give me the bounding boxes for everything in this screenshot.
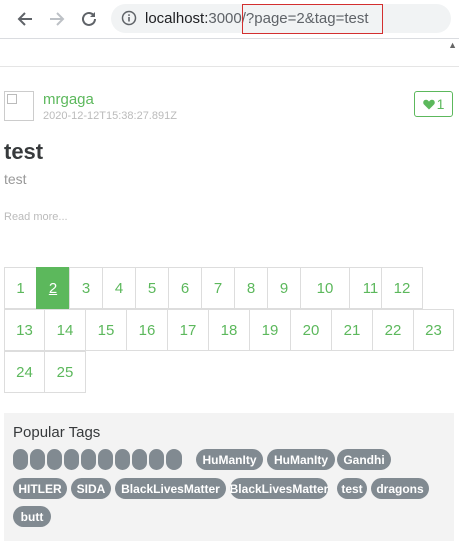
page-link-17[interactable]: 17 [167, 309, 209, 351]
page-link-22[interactable]: 22 [372, 309, 414, 351]
tag-pill[interactable] [149, 449, 164, 470]
tag-pill[interactable] [115, 449, 130, 470]
scrollbar-up-arrow-icon[interactable]: ▲ [448, 40, 457, 50]
favorite-count: 1 [436, 96, 445, 112]
page-link-6[interactable]: 6 [168, 267, 202, 309]
url-text: localhost:3000/?page=2&tag=test [145, 10, 369, 27]
divider [0, 66, 459, 67]
author-link[interactable]: mrgaga [43, 91, 94, 108]
article-description: test [4, 171, 27, 187]
back-arrow-icon[interactable] [14, 8, 36, 30]
page-link-5[interactable]: 5 [135, 267, 169, 309]
site-info-icon[interactable] [121, 10, 137, 31]
page-link-9[interactable]: 9 [267, 267, 301, 309]
page-link-20[interactable]: 20 [290, 309, 332, 351]
page-link-1[interactable]: 1 [4, 267, 37, 309]
url-host: localhost: [145, 10, 209, 27]
browser-toolbar: localhost:3000/?page=2&tag=test [0, 0, 459, 39]
article-date: 2020-12-12T15:38:27.891Z [43, 110, 177, 122]
tag-pill[interactable] [166, 449, 182, 470]
page-link-15[interactable]: 15 [85, 309, 127, 351]
tag-pill[interactable]: HuManIty [267, 449, 335, 470]
url-port-path: 3000/ [208, 10, 246, 27]
tag-pill[interactable]: BlackLivesMatter [115, 478, 226, 499]
sidebar-title: Popular Tags [13, 424, 101, 441]
tag-pill[interactable]: butt [13, 506, 51, 527]
article-title[interactable]: test [4, 139, 43, 165]
page-link-2[interactable]: 2 [36, 267, 70, 309]
heart-icon [422, 99, 435, 109]
page-link-16[interactable]: 16 [126, 309, 168, 351]
tag-pill[interactable] [64, 449, 79, 470]
page-link-7[interactable]: 7 [201, 267, 235, 309]
page-link-8[interactable]: 8 [234, 267, 268, 309]
tag-pill[interactable]: BlackLivesMatter [230, 478, 328, 499]
address-bar[interactable]: localhost:3000/?page=2&tag=test [111, 4, 451, 33]
tag-pill[interactable]: test [337, 478, 367, 499]
forward-arrow-icon[interactable] [46, 8, 68, 30]
page-link-18[interactable]: 18 [208, 309, 250, 351]
tag-pill[interactable] [132, 449, 147, 470]
page-link-24[interactable]: 24 [4, 351, 45, 393]
page-link-25[interactable]: 25 [44, 351, 86, 393]
page-link-14[interactable]: 14 [44, 309, 86, 351]
tag-pill[interactable] [47, 449, 62, 470]
reload-icon[interactable] [78, 8, 100, 30]
page-link-19[interactable]: 19 [249, 309, 291, 351]
tag-pill[interactable] [30, 449, 45, 470]
tag-pill[interactable]: dragons [371, 478, 429, 499]
url-query: ?page=2&tag=test [245, 10, 369, 27]
page-link-13[interactable]: 13 [4, 309, 45, 351]
read-more-link[interactable]: Read more... [4, 211, 68, 223]
tag-pill[interactable] [13, 449, 28, 470]
page-link-12[interactable]: 12 [381, 267, 423, 309]
page-link-21[interactable]: 21 [331, 309, 373, 351]
page-link-10[interactable]: 10 [300, 267, 350, 309]
tag-pill[interactable] [81, 449, 96, 470]
favorite-button[interactable]: 1 [414, 91, 453, 117]
tag-pill[interactable] [98, 449, 113, 470]
page-link-4[interactable]: 4 [102, 267, 136, 309]
tag-pill[interactable]: Gandhi [337, 449, 391, 470]
avatar[interactable] [4, 91, 34, 121]
page-link-23[interactable]: 23 [413, 309, 454, 351]
page-link-3[interactable]: 3 [69, 267, 103, 309]
tag-pill[interactable]: HuManIty [196, 449, 263, 470]
broken-image-icon [7, 94, 17, 104]
popular-tags-sidebar: Popular Tags HuManIty HuManIty Gandhi HITLE… [4, 413, 454, 541]
tag-pill[interactable]: SIDA [71, 478, 111, 499]
tag-pill[interactable]: HITLER [13, 478, 67, 499]
